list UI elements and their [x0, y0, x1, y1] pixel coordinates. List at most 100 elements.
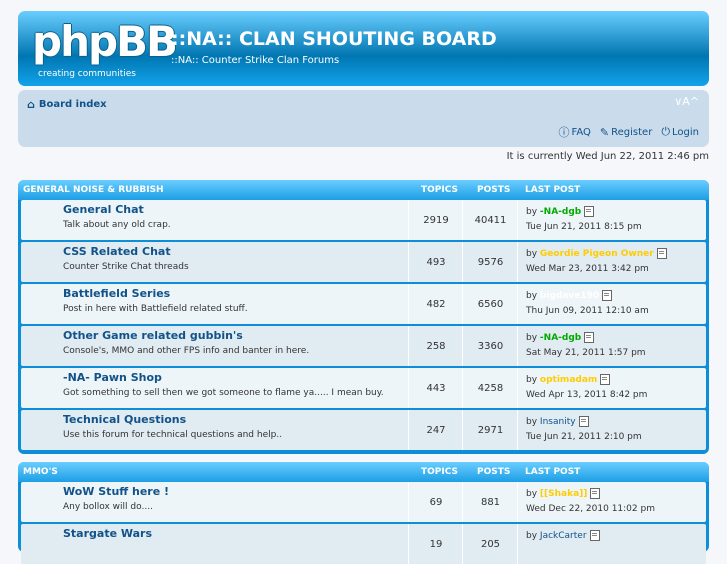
post-count: 881	[462, 482, 518, 522]
post-count: 40411	[462, 200, 518, 240]
post-count: 6560	[462, 284, 518, 324]
register-icon: ✎	[599, 125, 610, 139]
topic-count: 69	[408, 482, 463, 522]
question-icon: ⓘ	[558, 126, 570, 139]
topic-count: 247	[408, 410, 463, 450]
by-label: by	[526, 375, 538, 385]
logo-tagline: creating communities	[38, 69, 136, 79]
forum-category-mmo: MMO'S TOPICS POSTS LAST POST WoW Stuff h…	[18, 462, 709, 564]
by-label: by	[526, 417, 538, 427]
view-post-icon[interactable]	[590, 488, 601, 499]
last-poster[interactable]: Geordie Pigeon Owner	[540, 249, 654, 259]
view-post-icon[interactable]	[602, 290, 613, 301]
col-last-post: LAST POST	[525, 467, 581, 477]
last-post: by [[Shaka]] Wed Dec 22, 2010 11:02 pm	[517, 482, 710, 522]
view-post-icon[interactable]	[584, 206, 595, 217]
last-poster[interactable]: Insanity	[540, 417, 576, 427]
col-posts: POSTS	[477, 185, 511, 195]
last-post: by -NA-dgb Sat May 21, 2011 1:57 pm	[517, 326, 710, 366]
forum-title[interactable]: General Chat	[63, 203, 144, 216]
last-poster[interactable]: JackCarter	[540, 531, 587, 541]
forum-row: WoW Stuff here ! Any bollox will do.... …	[21, 482, 706, 522]
post-count: 4258	[462, 368, 518, 408]
post-count: 3360	[462, 326, 518, 366]
topic-count: 443	[408, 368, 463, 408]
last-post-time: Tue Jun 21, 2011 8:15 pm	[526, 222, 642, 232]
forum-description: Post in here with Battlefield related st…	[63, 304, 248, 314]
by-label: by	[526, 207, 538, 217]
forum-description: Console's, MMO and other FPS info and ba…	[63, 346, 310, 356]
faq-label: FAQ	[571, 126, 591, 138]
topic-count: 258	[408, 326, 463, 366]
last-post-time: Wed Mar 23, 2011 3:42 pm	[526, 264, 649, 274]
topic-count: 2919	[408, 200, 463, 240]
register-label: Register	[611, 126, 653, 138]
forum-title[interactable]: CSS Related Chat	[63, 245, 171, 258]
phpbb-logo[interactable]: phpBB creating communities	[32, 17, 178, 79]
current-time: It is currently Wed Jun 22, 2011 2:46 pm	[506, 151, 709, 162]
site-description: ::NA:: Counter Strike Clan Forums	[171, 55, 340, 66]
by-label: by	[526, 291, 538, 301]
login-link[interactable]: ⏻ Login	[661, 124, 699, 140]
last-post-time: Tue Jun 21, 2011 2:10 pm	[526, 432, 642, 442]
view-post-icon[interactable]	[578, 416, 589, 427]
last-post-time: Wed Apr 13, 2011 8:42 pm	[526, 390, 648, 400]
logo-text: phpBB	[32, 17, 178, 66]
topic-count: 482	[408, 284, 463, 324]
last-post: by JackCarter	[517, 524, 710, 564]
last-poster[interactable]: -NA-dgb	[540, 207, 581, 217]
forum-title[interactable]: -NA- Pawn Shop	[63, 371, 162, 384]
forum-description: Any bollox will do....	[63, 502, 153, 512]
forum-title[interactable]: Battlefield Series	[63, 287, 170, 300]
site-header: phpBB creating communities ::NA:: CLAN S…	[18, 11, 709, 86]
last-poster[interactable]: [[Shaka]]	[540, 489, 587, 499]
forum-title[interactable]: Other Game related gubbin's	[63, 329, 243, 342]
forum-row: General Chat Talk about any old crap. 29…	[21, 200, 706, 240]
home-icon: ⌂	[27, 98, 35, 111]
last-post: by -NA-dgb Tue Jun 21, 2011 8:15 pm	[517, 200, 710, 240]
last-post: by Insanity Tue Jun 21, 2011 2:10 pm	[517, 410, 710, 450]
forum-title[interactable]: Technical Questions	[63, 413, 186, 426]
forum-category-general: GENERAL NOISE & RUBBISH TOPICS POSTS LAS…	[18, 180, 709, 454]
post-count: 9576	[462, 242, 518, 282]
last-post: by optimadam Wed Apr 13, 2011 8:42 pm	[517, 368, 710, 408]
forum-row: Other Game related gubbin's Console's, M…	[21, 326, 706, 366]
site-title: ::NA:: CLAN SHOUTING BOARD	[171, 28, 497, 50]
by-label: by	[526, 249, 538, 259]
font-size-control[interactable]: ∨A^	[674, 95, 699, 108]
register-link[interactable]: ✎ Register	[600, 124, 652, 140]
forum-description: Use this forum for technical questions a…	[63, 430, 283, 440]
forum-row: Battlefield Series Post in here with Bat…	[21, 284, 706, 324]
forum-row: Technical Questions Use this forum for t…	[21, 410, 706, 450]
last-post: by bigdave190 Thu Jun 09, 2011 12:10 am	[517, 284, 710, 324]
forum-description: Counter Strike Chat threads	[63, 262, 189, 272]
topic-count: 493	[408, 242, 463, 282]
category-title[interactable]: GENERAL NOISE & RUBBISH	[23, 185, 164, 195]
col-topics: TOPICS	[421, 185, 458, 195]
col-posts: POSTS	[477, 467, 511, 477]
view-post-icon[interactable]	[584, 332, 595, 343]
by-label: by	[526, 489, 538, 499]
last-poster[interactable]: -NA-dgb	[540, 333, 581, 343]
forum-description: Talk about any old crap.	[63, 220, 171, 230]
last-post-time: Thu Jun 09, 2011 12:10 am	[526, 306, 649, 316]
category-title[interactable]: MMO'S	[23, 467, 58, 477]
nav-links: ⓘ FAQ ✎ Register ⏻ Login	[559, 124, 699, 140]
board-index-label: Board index	[38, 99, 107, 110]
last-poster[interactable]: optimadam	[540, 375, 597, 385]
last-poster[interactable]: bigdave190	[540, 291, 599, 301]
view-post-icon[interactable]	[589, 530, 600, 541]
last-post-time: Wed Dec 22, 2010 11:02 pm	[526, 504, 655, 514]
by-label: by	[526, 531, 538, 541]
col-last-post: LAST POST	[525, 185, 581, 195]
forum-description: Got something to sell then we got someon…	[63, 388, 384, 398]
view-post-icon[interactable]	[600, 374, 611, 385]
forum-title[interactable]: WoW Stuff here !	[63, 485, 169, 498]
power-icon: ⏻	[661, 125, 671, 138]
view-post-icon[interactable]	[656, 248, 667, 259]
faq-link[interactable]: ⓘ FAQ	[559, 124, 591, 140]
forum-title[interactable]: Stargate Wars	[63, 527, 152, 540]
last-post-time: Sat May 21, 2011 1:57 pm	[526, 348, 646, 358]
board-index-link[interactable]: ⌂ Board index	[27, 98, 107, 111]
category-header: MMO'S TOPICS POSTS LAST POST	[18, 462, 709, 482]
